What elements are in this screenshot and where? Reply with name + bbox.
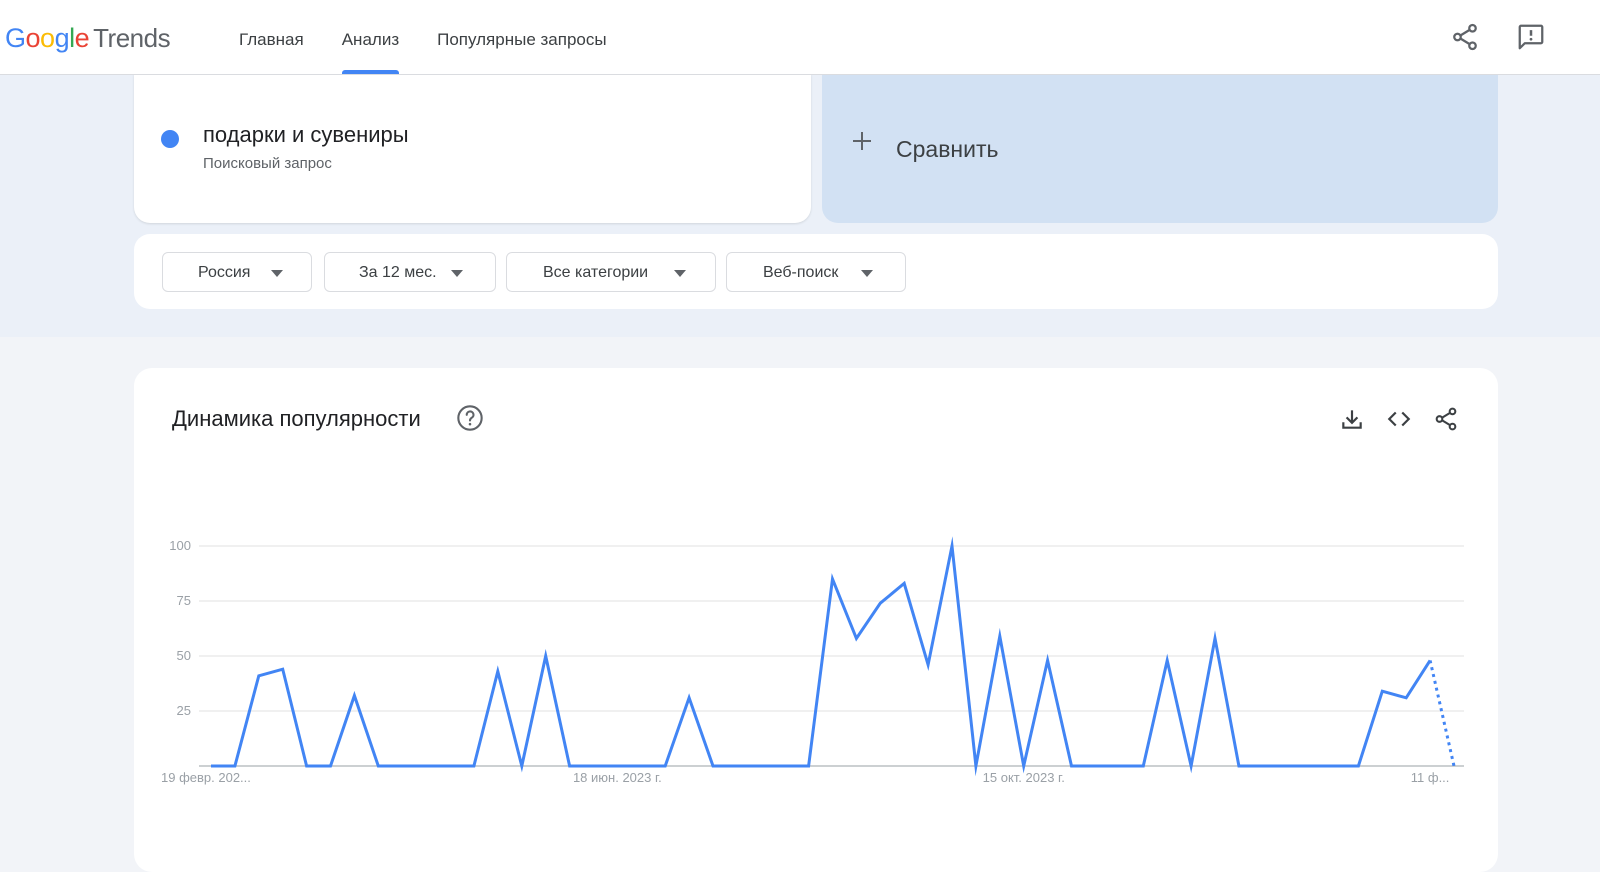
x-tick-label: 19 февр. 202... xyxy=(161,770,251,785)
tab-home[interactable]: Главная xyxy=(220,0,323,74)
google-trends-logo[interactable]: Google Trends xyxy=(5,18,171,58)
filter-region-label: Россия xyxy=(198,264,251,281)
main-nav: Главная Анализ Популярные запросы xyxy=(220,0,626,74)
x-tick-label: 18 июн. 2023 г. xyxy=(573,770,662,785)
plus-icon xyxy=(853,132,871,150)
y-tick-label-50: 50 xyxy=(177,648,191,663)
chevron-down-icon xyxy=(674,270,686,277)
chevron-down-icon xyxy=(451,270,463,277)
chevron-down-icon xyxy=(861,270,873,277)
series-line-partial xyxy=(1428,660,1456,767)
compare-button[interactable]: Сравнить xyxy=(822,74,1498,223)
compare-label: Сравнить xyxy=(896,136,999,162)
filter-region[interactable]: Россия xyxy=(162,252,312,292)
app-header: Google Trends Главная Анализ Популярные з… xyxy=(0,0,1600,75)
trends-wordmark: Trends xyxy=(93,23,171,53)
filter-time-range[interactable]: За 12 мес. xyxy=(324,252,496,292)
filter-category-label: Все категории xyxy=(543,264,649,281)
tab-trending[interactable]: Популярные запросы xyxy=(418,0,625,74)
filter-time-range-label: За 12 мес. xyxy=(359,264,437,281)
search-term-type: Поисковый запрос xyxy=(203,155,332,172)
x-tick-label: 11 ф... xyxy=(1411,770,1450,785)
filters-bar: Россия За 12 мес. Все категории Веб-поис… xyxy=(134,234,1498,309)
share-icon[interactable] xyxy=(1450,22,1480,52)
google-wordmark: Google xyxy=(5,23,90,53)
interest-over-time-card: Динамика популярности 25 50 75 100 19 февр. … xyxy=(134,368,1498,872)
filter-search-type[interactable]: Веб-поиск xyxy=(726,252,906,292)
search-term-name: подарки и сувениры xyxy=(203,122,409,147)
y-tick-label-75: 75 xyxy=(177,593,191,608)
y-tick-label-100: 100 xyxy=(169,538,191,553)
filter-search-type-label: Веб-поиск xyxy=(763,264,839,281)
tab-explore[interactable]: Анализ xyxy=(323,0,418,74)
filter-category[interactable]: Все категории xyxy=(506,252,716,292)
interest-line-chart: 25 50 75 100 19 февр. 202... 18 июн. 2023 г. 1… xyxy=(161,536,1464,785)
term-color-dot xyxy=(161,130,179,148)
y-tick-label-25: 25 xyxy=(177,703,191,718)
search-term-card[interactable]: подарки и сувениры Поисковый запрос xyxy=(134,74,811,223)
chevron-down-icon xyxy=(271,270,283,277)
feedback-icon[interactable] xyxy=(1516,22,1546,52)
